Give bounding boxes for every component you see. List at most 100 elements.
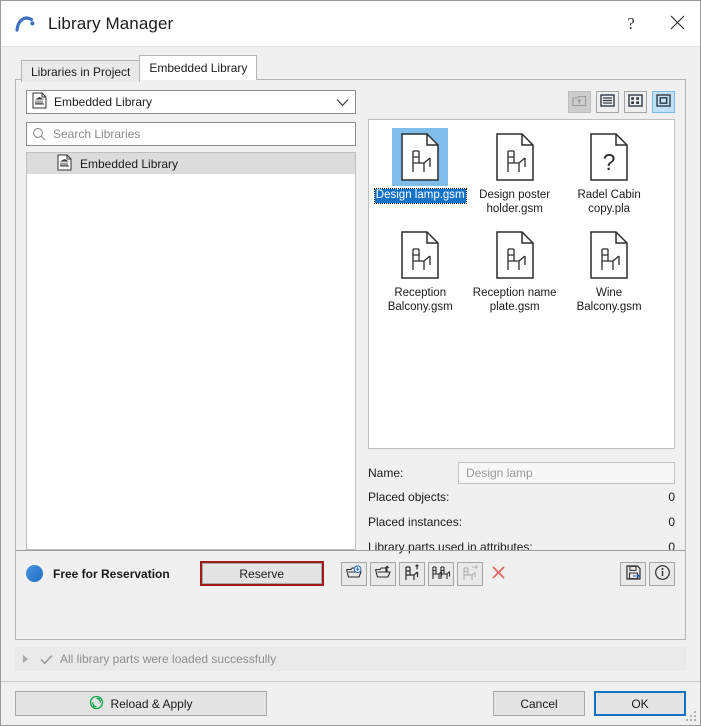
library-select-combo[interactable]: Embedded Library <box>26 90 356 114</box>
list-item[interactable]: Reception name plate.gsm <box>467 226 561 318</box>
duplicate-part-button[interactable] <box>427 561 454 586</box>
library-tree-panel: Embedded Library Search Libraries Embedd… <box>26 90 356 550</box>
ok-button-label: OK <box>631 696 649 711</box>
part-tool-buttons <box>340 561 512 586</box>
tab-libraries-in-project[interactable]: Libraries in Project <box>21 60 141 82</box>
floppy-save-arrow-icon <box>625 564 642 584</box>
svg-text:?: ? <box>603 149 616 175</box>
list-item-label: Reception name plate.gsm <box>472 287 557 313</box>
tab-panel-embedded-library: Embedded Library Search Libraries Embedd… <box>15 79 686 640</box>
ok-button[interactable]: OK <box>594 691 686 716</box>
part-action-buttons <box>620 561 675 586</box>
list-item-label: Reception Balcony.gsm <box>387 287 453 313</box>
list-item[interactable]: ? Radel Cabin copy.pla <box>562 128 656 220</box>
cancel-button-label: Cancel <box>520 696 558 711</box>
status-badge: Free for Reservation <box>53 566 170 581</box>
large-icon-view-icon <box>656 94 671 110</box>
reload-and-apply-label: Reload & Apply <box>110 696 193 711</box>
reserve-button-label: Reserve <box>239 566 285 581</box>
triangle-right-icon[interactable] <box>23 655 28 663</box>
list-item-label: Design lamp.gsm <box>373 188 467 204</box>
library-tree[interactable]: Embedded Library <box>26 152 356 550</box>
tree-item-label: Embedded Library <box>80 156 179 171</box>
move-part-button[interactable] <box>456 561 483 586</box>
reload-and-apply-button[interactable]: Reload & Apply <box>15 691 267 716</box>
chevron-down-icon[interactable] <box>331 98 353 107</box>
library-part-chair-icon <box>392 128 449 186</box>
list-item[interactable]: Reception Balcony.gsm <box>373 226 467 318</box>
list-item[interactable]: Design poster holder.gsm <box>467 128 561 220</box>
list-item-label: Wine Balcony.gsm <box>576 287 642 313</box>
reservation-status-dot-icon <box>26 565 43 582</box>
library-part-chair-icon <box>487 128 543 186</box>
part-info-section: Name: Design lamp Placed objects: 0 Plac… <box>368 462 675 559</box>
titlebar: Library Manager ? <box>1 1 700 47</box>
embedded-library-doc-icon <box>32 92 47 112</box>
go-up-folder-button[interactable] <box>568 91 591 113</box>
tab-embedded-library[interactable]: Embedded Library <box>139 55 258 80</box>
library-part-chair-icon <box>487 226 543 284</box>
library-manager-window: Library Manager ? Libraries in Project E… <box>0 0 701 726</box>
check-icon <box>40 654 53 665</box>
export-library-part-button[interactable] <box>369 561 396 586</box>
help-button[interactable]: ? <box>608 1 654 47</box>
action-toolbar: Free for Reservation Reserve <box>16 550 685 596</box>
tabstrip: Libraries in Project Embedded Library <box>21 55 700 82</box>
library-select-value: Embedded Library <box>54 95 153 109</box>
close-icon <box>669 14 686 34</box>
save-as-button[interactable] <box>620 561 646 586</box>
library-part-chair-icon <box>581 226 637 284</box>
status-strip[interactable]: All library parts were loaded successful… <box>15 647 686 671</box>
chairs-duplicate-icon <box>431 564 451 584</box>
placed-objects-row: Placed objects: 0 <box>368 484 675 509</box>
search-input[interactable]: Search Libraries <box>53 127 140 141</box>
folder-add-icon <box>345 564 363 583</box>
library-parts-panel: Design lamp.gsm Design poster holder.gsm <box>368 90 675 554</box>
reserve-highlight: Reserve <box>199 561 324 586</box>
status-message: All library parts were loaded successful… <box>60 652 277 666</box>
footer: Reload & Apply Cancel OK <box>1 681 700 725</box>
panels-container: Embedded Library Search Libraries Embedd… <box>16 80 685 554</box>
large-icons-view-button[interactable] <box>652 91 675 113</box>
placed-instances-value: 0 <box>668 514 675 529</box>
details-view-button[interactable] <box>624 91 647 113</box>
close-button[interactable] <box>654 1 700 47</box>
folder-up-icon <box>572 94 587 111</box>
chair-right-arrow-icon <box>461 564 479 584</box>
name-label: Name: <box>368 466 404 480</box>
info-button[interactable] <box>649 561 675 586</box>
list-item[interactable]: Design lamp.gsm <box>373 128 467 220</box>
cancel-button[interactable]: Cancel <box>493 691 585 716</box>
archicad-arch-logo-icon <box>13 11 39 37</box>
info-circle-icon <box>654 564 671 584</box>
placed-objects-value: 0 <box>668 489 675 504</box>
add-library-part-button[interactable] <box>340 561 367 586</box>
page-title: Library Manager <box>48 13 174 33</box>
list-item-label: Radel Cabin copy.pla <box>577 189 641 215</box>
grid-small-view-icon <box>628 94 643 110</box>
placed-instances-label: Placed instances: <box>368 514 463 529</box>
name-row: Name: Design lamp <box>368 462 675 484</box>
list-item[interactable]: Wine Balcony.gsm <box>562 226 656 318</box>
placed-objects-label: Placed objects: <box>368 489 450 504</box>
chair-up-arrow-icon <box>403 563 421 584</box>
list-item-label: Design poster holder.gsm <box>479 189 551 215</box>
view-mode-toolbar <box>368 90 675 114</box>
library-parts-grid[interactable]: Design lamp.gsm Design poster holder.gsm <box>368 119 675 449</box>
delete-part-button[interactable] <box>486 562 512 586</box>
list-view-icon <box>600 94 615 110</box>
search-libraries-field[interactable]: Search Libraries <box>26 122 356 146</box>
library-part-chair-icon <box>392 226 448 284</box>
embedded-library-doc-icon <box>57 154 72 174</box>
red-x-delete-icon <box>490 564 507 584</box>
folder-export-icon <box>374 564 392 583</box>
placed-instances-row: Placed instances: 0 <box>368 509 675 534</box>
reserve-button[interactable]: Reserve <box>201 563 322 584</box>
upload-part-button[interactable] <box>398 561 425 586</box>
tab-label: Libraries in Project <box>31 64 131 79</box>
help-icon: ? <box>627 13 635 33</box>
resize-grip-icon[interactable] <box>686 711 697 722</box>
name-input[interactable]: Design lamp <box>458 462 675 484</box>
tree-item-embedded-library[interactable]: Embedded Library <box>27 153 355 174</box>
list-view-button[interactable] <box>596 91 619 113</box>
